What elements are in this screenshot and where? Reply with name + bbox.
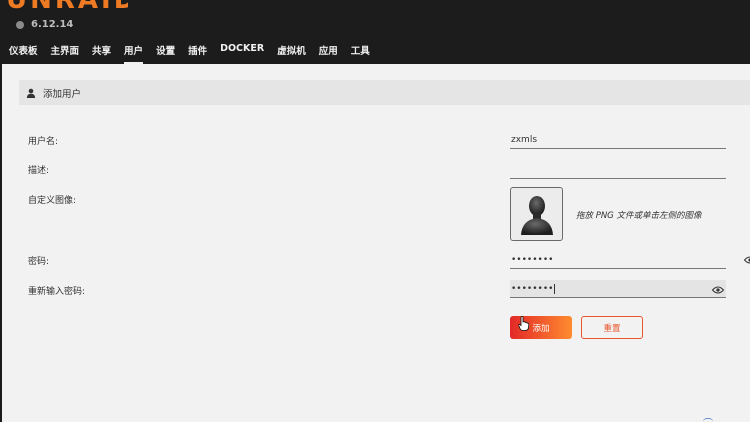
confirm-password-label: 重新输入密码: xyxy=(28,287,86,297)
avatar-dropzone[interactable] xyxy=(510,187,563,241)
reset-button[interactable]: 重置 xyxy=(581,316,643,339)
eye-icon[interactable] xyxy=(744,256,750,264)
nav-users[interactable]: 用户 xyxy=(124,43,144,64)
corner-indicator xyxy=(703,418,713,422)
hand-cursor-icon xyxy=(518,316,530,331)
password-label: 密码: xyxy=(28,257,50,267)
nav-main[interactable]: 主界面 xyxy=(51,43,80,64)
reset-button-label: 重置 xyxy=(603,323,621,334)
section-header: 添加用户 xyxy=(19,80,750,105)
top-header: UNRAID 6.12.14 仪表板 主界面 共享 用户 设置 插件 DOCKE… xyxy=(0,0,750,64)
confirm-password-value: •••••••• xyxy=(511,283,554,294)
nav-vms[interactable]: 虚拟机 xyxy=(277,43,306,64)
username-field[interactable]: zxmls xyxy=(510,131,726,149)
description-field[interactable] xyxy=(510,161,726,179)
version-info[interactable]: 6.12.14 xyxy=(16,19,73,30)
user-icon xyxy=(26,88,36,98)
left-border xyxy=(0,64,2,422)
nav-tools[interactable]: 工具 xyxy=(351,43,370,64)
info-icon xyxy=(16,20,24,29)
nav-plugins[interactable]: 插件 xyxy=(188,43,207,64)
section-title: 添加用户 xyxy=(43,88,82,100)
avatar-hint: 拖放 PNG 文件或单击左侧的图像 xyxy=(576,211,702,221)
add-button-label: 添加 xyxy=(532,323,550,334)
logo-text: UNRAID xyxy=(6,0,128,12)
confirm-password-field[interactable]: •••••••• xyxy=(510,280,726,298)
nav-docker[interactable]: DOCKER xyxy=(220,43,264,64)
username-value: zxmls xyxy=(511,134,538,145)
nav-settings[interactable]: 设置 xyxy=(156,43,175,64)
password-field[interactable]: •••••••• xyxy=(510,251,726,269)
nav-dashboard[interactable]: 仪表板 xyxy=(9,43,38,64)
eye-icon[interactable] xyxy=(712,286,724,294)
avatar-label: 自定义图像: xyxy=(28,196,77,206)
description-label: 描述: xyxy=(28,166,50,176)
password-value: •••••••• xyxy=(511,254,554,265)
nav-shares[interactable]: 共享 xyxy=(92,43,111,64)
text-caret xyxy=(554,283,556,294)
unraid-logo[interactable]: UNRAID xyxy=(6,0,128,12)
version-text: 6.12.14 xyxy=(31,19,74,30)
username-label: 用户名: xyxy=(28,137,59,147)
main-nav: 仪表板 主界面 共享 用户 设置 插件 DOCKER 虚拟机 应用 工具 xyxy=(9,43,383,64)
default-avatar-icon xyxy=(520,196,553,235)
nav-apps[interactable]: 应用 xyxy=(319,43,338,64)
